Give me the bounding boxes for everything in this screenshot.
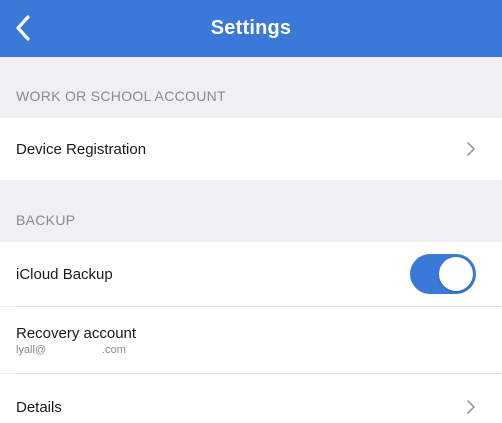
icloud-backup-toggle[interactable]: [410, 254, 476, 294]
section-header-work-school: WORK OR SCHOOL ACCOUNT: [16, 88, 226, 104]
icloud-backup-label: iCloud Backup: [16, 265, 113, 283]
chevron-right-icon: [467, 400, 475, 414]
recovery-account-email: lyall@ .com: [16, 344, 126, 356]
recovery-account-label: Recovery account: [16, 324, 137, 342]
details-label: Details: [16, 398, 62, 416]
toggle-knob: [439, 257, 473, 291]
navigation-bar: Settings: [0, 0, 502, 57]
page-title: Settings: [210, 17, 292, 39]
recovery-account-row[interactable]: Recovery account lyall@ .com: [0, 307, 502, 373]
details-row[interactable]: Details: [0, 374, 502, 423]
icloud-backup-row: iCloud Backup: [0, 242, 502, 306]
device-registration-label: Device Registration: [16, 140, 147, 158]
redacted-gap: [46, 344, 102, 356]
back-button[interactable]: [8, 10, 38, 46]
section-header-backup: BACKUP: [16, 212, 76, 228]
recovery-email-suffix: .com: [102, 343, 126, 356]
chevron-left-icon: [16, 15, 30, 41]
device-registration-row[interactable]: Device Registration: [0, 118, 502, 180]
chevron-right-icon: [467, 142, 475, 156]
recovery-email-prefix: lyall@: [16, 343, 47, 356]
settings-screen: Settings WORK OR SCHOOL ACCOUNT Device R…: [0, 0, 502, 423]
